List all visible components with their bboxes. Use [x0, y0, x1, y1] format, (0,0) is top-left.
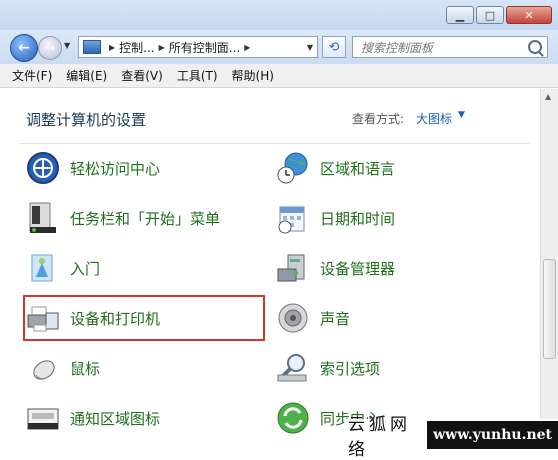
item-taskbar-start-menu[interactable]: 任务栏和「开始」菜单 — [26, 200, 220, 236]
item-label[interactable]: 鼠标 — [70, 358, 100, 379]
forward-button[interactable]: → — [38, 36, 62, 60]
refresh-button[interactable]: ⟲ — [322, 36, 346, 58]
notification-icon — [26, 401, 60, 435]
getting-started-icon — [26, 251, 60, 285]
item-label[interactable]: 通知区域图标 — [70, 408, 160, 429]
watermark-text: 云狐网络 — [348, 415, 411, 460]
maximize-button[interactable]: □ — [476, 6, 504, 24]
menu-help[interactable]: 帮助(H) — [232, 67, 274, 84]
item-label[interactable]: 轻松访问中心 — [70, 158, 160, 179]
item-label[interactable]: 设备管理器 — [320, 258, 395, 279]
item-label[interactable]: 入门 — [70, 258, 100, 279]
watermark-url: www.yunhu.net — [427, 421, 558, 449]
speaker-icon — [276, 301, 310, 335]
control-panel-content: 调整计算机的设置 查看方式: 大图标 ▼ 轻松访问中心 任务栏和「开始」菜单 入… — [0, 89, 540, 451]
chevron-down-icon[interactable]: ▼ — [458, 110, 465, 120]
item-region-and-language[interactable]: 区域和语言 — [276, 150, 395, 186]
address-dropdown-icon[interactable]: ▼ — [307, 43, 313, 52]
menu-view[interactable]: 查看(V) — [121, 67, 163, 84]
item-label[interactable]: 索引选项 — [320, 358, 380, 379]
breadcrumb-item-all-items[interactable]: 所有控制面... — [169, 39, 240, 56]
taskbar-icon — [26, 201, 60, 235]
item-date-and-time[interactable]: 日期和时间 — [276, 200, 395, 236]
page-title: 调整计算机的设置 — [26, 111, 147, 129]
item-label[interactable]: 区域和语言 — [320, 158, 395, 179]
view-by-label: 查看方式: — [352, 112, 405, 126]
ease-of-access-icon — [26, 151, 60, 185]
item-label[interactable]: 任务栏和「开始」菜单 — [70, 208, 220, 229]
view-by-dropdown[interactable]: 大图标 — [416, 110, 452, 127]
close-button[interactable]: ✕ — [506, 6, 552, 24]
item-mouse[interactable]: 鼠标 — [26, 350, 100, 386]
item-sound[interactable]: 声音 — [276, 300, 350, 336]
device-manager-icon — [276, 251, 310, 285]
scroll-up-icon[interactable]: ▲ — [545, 92, 551, 101]
mouse-icon — [26, 351, 60, 385]
back-button[interactable]: ← — [10, 34, 38, 62]
menu-edit[interactable]: 编辑(E) — [66, 67, 107, 84]
item-label[interactable]: 日期和时间 — [320, 208, 395, 229]
menu-tools[interactable]: 工具(T) — [177, 67, 218, 84]
watermark: 云狐网络 www.yunhu.net — [344, 415, 558, 460]
globe-clock-icon — [276, 151, 310, 185]
vertical-scrollbar[interactable]: ▲ — [540, 89, 558, 451]
address-bar[interactable]: ▶ 控制... ▶ 所有控制面... ▶ ▼ — [78, 36, 318, 58]
search-box[interactable] — [352, 36, 548, 58]
control-panel-icon — [83, 40, 101, 54]
breadcrumb-item-control-panel[interactable]: 控制... — [119, 39, 154, 56]
scroll-thumb[interactable] — [543, 259, 556, 359]
navigation-bar: ← → ▼ ▶ 控制... ▶ 所有控制面... ▶ ▼ ⟲ — [0, 30, 558, 65]
menu-bar: 文件(F) 编辑(E) 查看(V) 工具(T) 帮助(H) — [0, 64, 558, 88]
breadcrumb-separator-icon[interactable]: ▶ — [244, 43, 250, 52]
item-ease-of-access[interactable]: 轻松访问中心 — [26, 150, 160, 186]
sync-icon — [276, 401, 310, 435]
divider — [20, 143, 530, 144]
breadcrumb-separator-icon[interactable]: ▶ — [109, 43, 115, 52]
minimize-button[interactable]: ▁ — [446, 6, 474, 24]
item-indexing-options[interactable]: 索引选项 — [276, 350, 380, 386]
index-search-icon — [276, 351, 310, 385]
breadcrumb-separator-icon[interactable]: ▶ — [159, 43, 165, 52]
menu-file[interactable]: 文件(F) — [12, 67, 52, 84]
item-label[interactable]: 声音 — [320, 308, 350, 329]
search-icon[interactable] — [528, 40, 542, 54]
item-device-manager[interactable]: 设备管理器 — [276, 250, 395, 286]
recent-pages-dropdown-icon[interactable]: ▼ — [64, 41, 70, 50]
search-input[interactable] — [359, 38, 523, 58]
highlight-box — [23, 295, 265, 341]
item-getting-started[interactable]: 入门 — [26, 250, 100, 286]
item-notification-area-icons[interactable]: 通知区域图标 — [26, 400, 160, 436]
window-controls: ▁ □ ✕ — [444, 6, 552, 24]
calendar-icon — [276, 201, 310, 235]
